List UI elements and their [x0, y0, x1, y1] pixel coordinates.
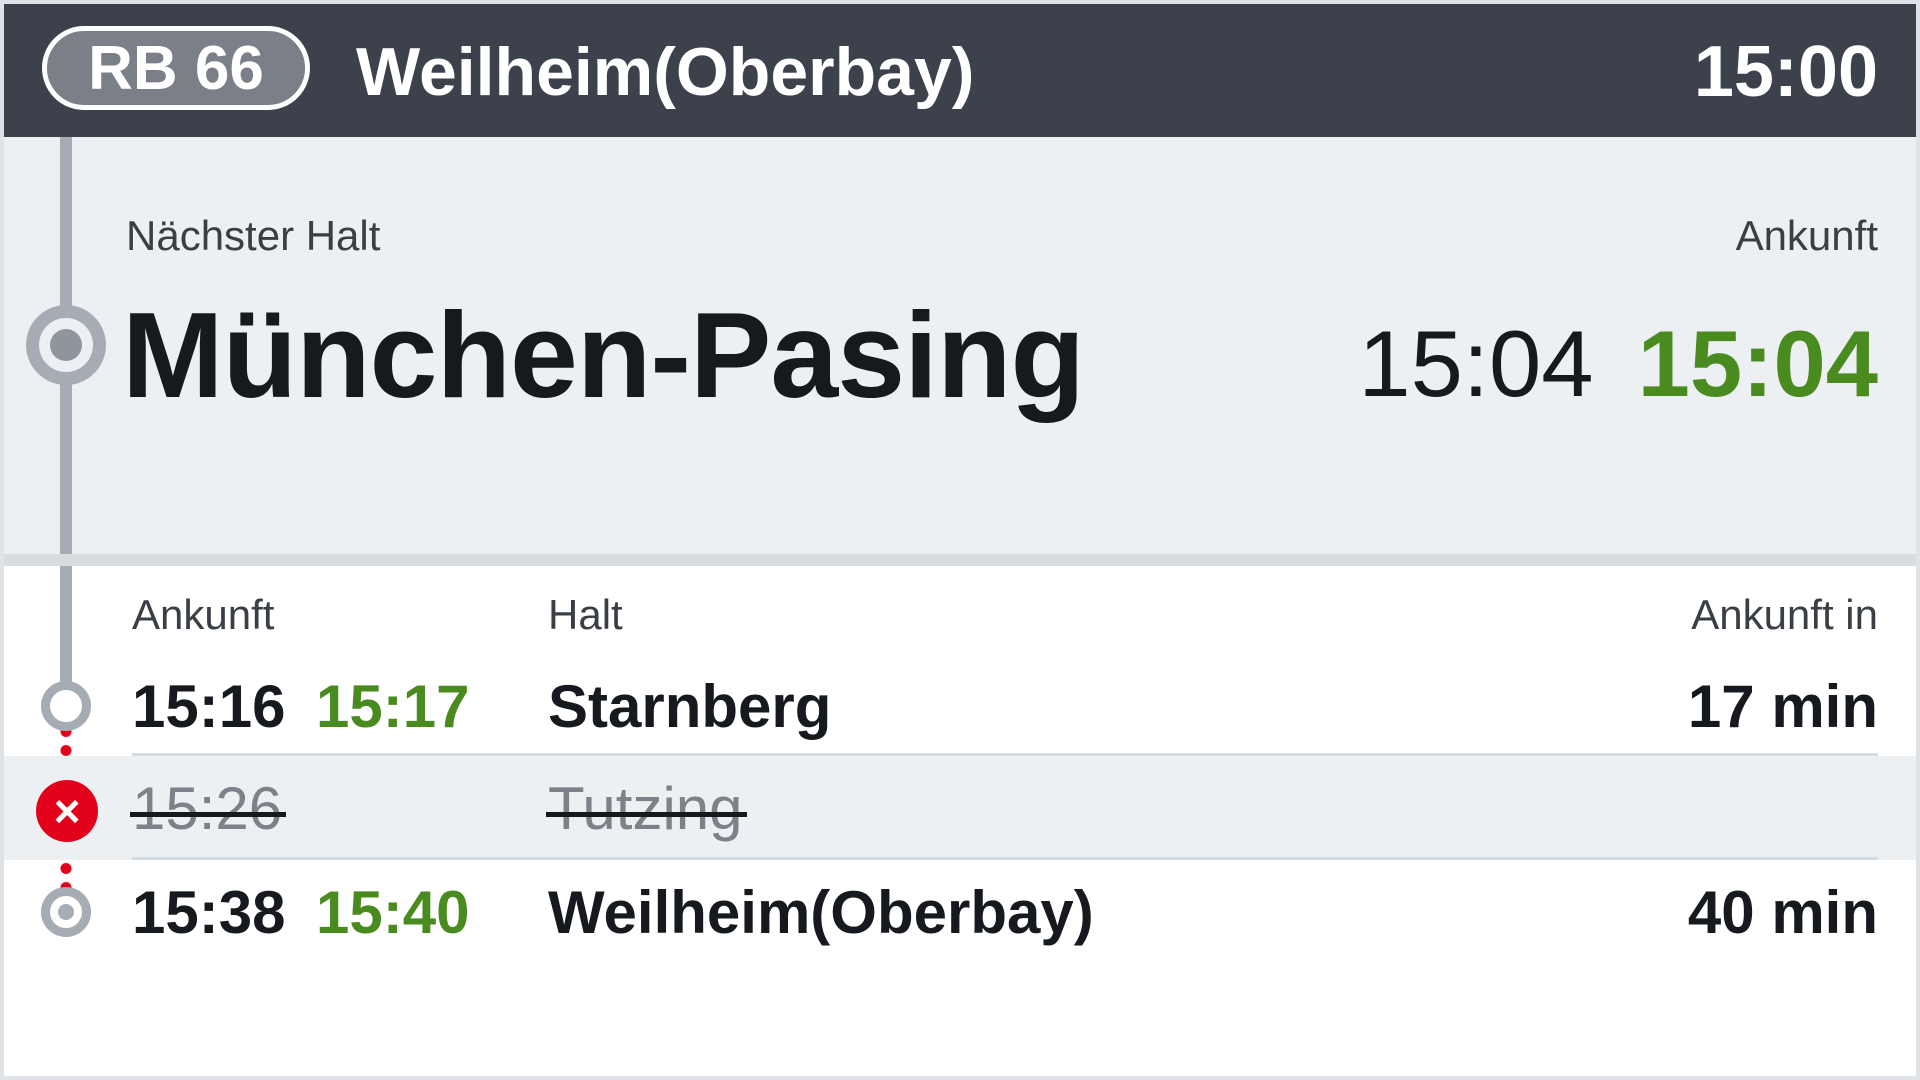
passenger-info-display: RB 66 Weilheim(Oberbay) 15:00 Nächster H… [4, 4, 1916, 1076]
section-divider [4, 554, 1916, 566]
next-stop-actual-time: 15:04 [1637, 311, 1878, 416]
final-destination: Weilheim(Oberbay) [356, 34, 975, 110]
column-header-arrival-in: Ankunft in [1691, 591, 1878, 638]
scheduled-time: 15:16 [132, 673, 286, 740]
current-time: 15:00 [1693, 32, 1878, 112]
scheduled-time: 15:26 [129, 774, 287, 844]
cancelled-stop-icon: × [36, 780, 98, 842]
cancelled-stop-text: Tutzing [546, 775, 747, 842]
next-stop-marker-icon [26, 305, 106, 385]
next-stop-label: Nächster Halt [126, 212, 381, 259]
scheduled-time: 15:38 [132, 879, 286, 946]
stop-name: Starnberg [548, 673, 832, 740]
column-header-stop: Halt [548, 591, 623, 638]
next-stop-name: München-Pasing [122, 287, 1085, 423]
actual-time: 15:17 [316, 673, 470, 740]
next-stop-panel: Nächster Halt Ankunft München-Pasing 15:… [4, 137, 1916, 554]
next-stop-scheduled-time: 15:04 [1358, 311, 1594, 416]
stop-marker-icon [41, 681, 91, 731]
arrival-in: 17 min [1687, 673, 1878, 740]
next-stop-arrival-label: Ankunft [1735, 212, 1878, 259]
header-bar: RB 66 Weilheim(Oberbay) 15:00 [4, 4, 1916, 137]
arrival-in: 40 min [1687, 879, 1878, 946]
list-item-cancelled: 15:26 Tutzing [4, 756, 1916, 860]
list-item: 15:16 15:17 Starnberg 17 min [4, 654, 1916, 758]
list-item: 15:38 15:40 Weilheim(Oberbay) 40 min [4, 860, 1916, 964]
actual-time: 15:40 [316, 879, 470, 946]
line-badge: RB 66 [42, 26, 310, 110]
cancelled-time-text: 15:26 [129, 775, 287, 842]
next-stop-times: 15:04 15:04 [1358, 309, 1878, 419]
final-stop-marker-icon [41, 887, 91, 937]
stop-name: Weilheim(Oberbay) [548, 879, 1094, 946]
stop-name: Tutzing [546, 774, 747, 844]
column-header-arrival: Ankunft [132, 591, 275, 638]
